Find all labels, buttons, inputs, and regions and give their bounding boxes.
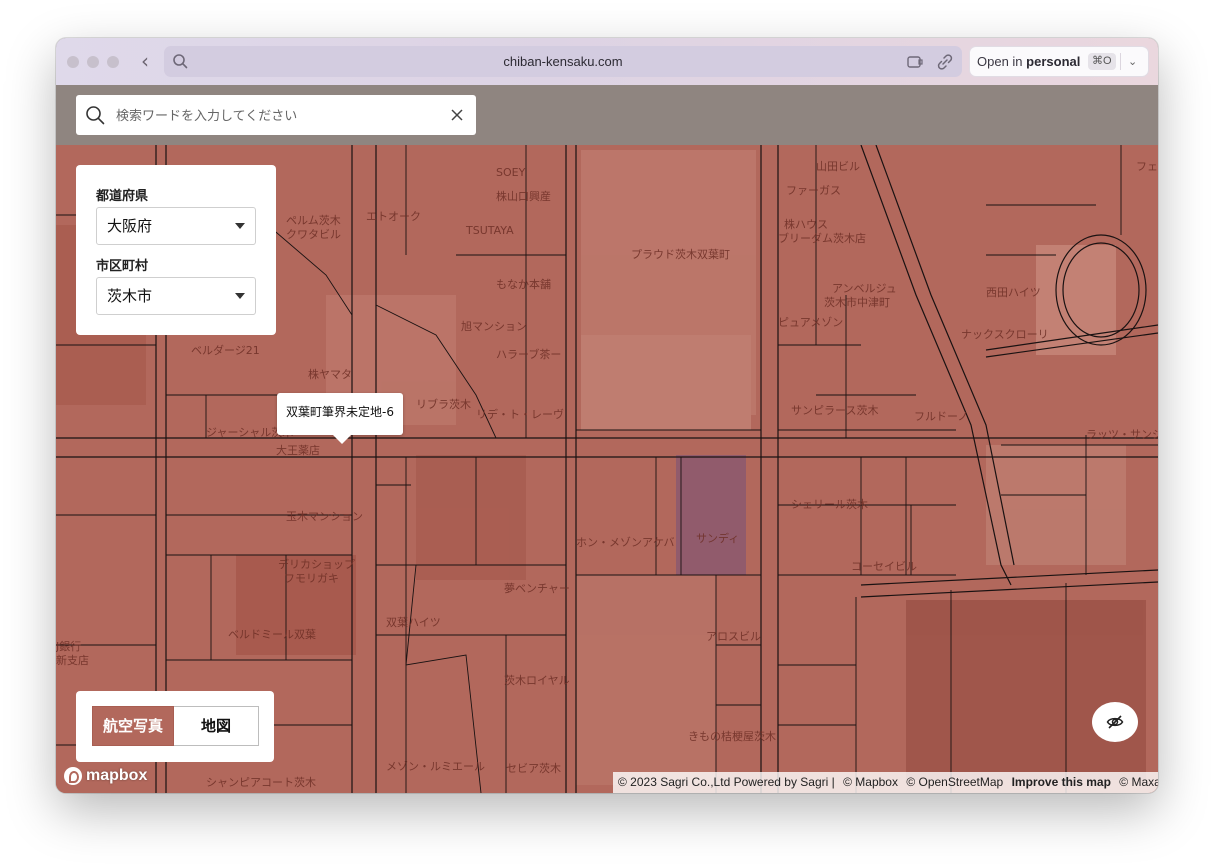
map-place-label: TSUTAYA [465, 224, 514, 237]
aerial-photo-toggle[interactable]: 航空写真 [92, 706, 174, 746]
prefecture-label: 都道府県 [96, 189, 149, 204]
map-place-label: フルドーノ [914, 410, 968, 423]
prefecture-value: 大阪府 [107, 217, 153, 235]
map-place-label: クワタビル [286, 228, 341, 241]
map-place-label: ベルダージ21 [191, 343, 260, 357]
map-attribution: © 2023 Sagri Co.,Ltd Powered by Sagri | … [613, 772, 1158, 793]
view-toggle-panel: 航空写真 地図 [76, 691, 274, 762]
prefecture-select[interactable]: 大阪府 [96, 207, 256, 245]
map-place-label: プラウド茨木双葉町 [631, 247, 730, 261]
map-place-label: 茨木ロイヤル [504, 673, 570, 687]
map-place-label: ブリーダム茨木店 [778, 231, 866, 245]
map-place-label: コーセイビル [851, 560, 917, 573]
map-place-label: ラッツ・サンジ [1086, 428, 1158, 441]
parcel-tooltip: 双葉町筆界未定地-6 [277, 393, 403, 435]
open-in-profile-button[interactable]: Open in personal ⌘O ⌄ [969, 46, 1149, 77]
map-place-label: ファーガス [786, 184, 841, 197]
city-value: 茨木市 [107, 287, 153, 305]
tooltip-pointer [333, 435, 351, 444]
map-place-label: きもの桔梗屋茨木 [688, 729, 776, 743]
close-window-button[interactable] [67, 56, 79, 68]
map-place-label: 株山口興産 [496, 189, 551, 203]
attribution-separator: | [831, 775, 835, 789]
map-place-label: ペルム茨木 [286, 213, 341, 227]
search-icon [86, 106, 105, 125]
map-place-label: ベルドミール双葉 [228, 627, 316, 641]
map-place-label: シャンピアコート茨木 [206, 775, 316, 789]
map-place-label: 大王薬店 [276, 443, 320, 457]
map-place-label: 旭マンション [461, 319, 527, 333]
minimize-window-button[interactable] [87, 56, 99, 68]
map-place-label: 株ヤマタ [308, 367, 352, 381]
caret-down-icon [235, 293, 245, 299]
city-select[interactable]: 茨木市 [96, 277, 256, 315]
divider [1120, 53, 1121, 70]
map-place-label: 西田ハイツ [986, 286, 1041, 299]
browser-window: ‹ chiban-kensaku.com Open in personal ⌘O… [56, 38, 1158, 793]
zoom-window-button[interactable] [107, 56, 119, 68]
open-in-prefix: Open in [977, 54, 1023, 69]
search-input[interactable] [114, 95, 438, 137]
map-place-label: ナックスクローリ [961, 328, 1049, 341]
sagri-attribution[interactable]: © 2023 Sagri Co.,Ltd Powered by Sagri [618, 775, 828, 789]
improve-map-link[interactable]: Improve this map [1012, 775, 1111, 789]
address-bar[interactable]: chiban-kensaku.com [164, 46, 962, 77]
map-canvas[interactable]: SOEY 株山口興産 TSUTAYA エトオーク ペルム茨木 クワタビルもなか本舗 プラウド… [56, 145, 1158, 793]
map-place-label: アンベルジュ [832, 282, 897, 295]
map-place-label: シェリール茨木 [791, 497, 868, 511]
eye-off-icon [1106, 715, 1124, 729]
mapbox-mark-icon [64, 767, 82, 785]
map-place-label: 玉木マンション [286, 510, 363, 523]
page-content: SOEY 株山口興産 TSUTAYA エトオーク ペルム茨木クワタビルもなか本舗 プラウド… [56, 85, 1158, 793]
extension-icon[interactable] [906, 53, 924, 71]
city-label: 市区町村 [96, 259, 149, 274]
map-place-label: セビア茨木 [506, 761, 561, 775]
map-place-label: アロスビル [706, 630, 761, 643]
map-place-label: エトオーク [366, 210, 421, 223]
map-place-label: リデ・ト・レーヴ [476, 407, 564, 421]
map-place-label: SOEY [496, 166, 526, 179]
browser-titlebar: ‹ chiban-kensaku.com Open in personal ⌘O… [56, 38, 1158, 86]
close-icon[interactable] [450, 108, 464, 122]
chevron-down-icon[interactable]: ⌄ [1128, 47, 1137, 76]
map-place-label: サンピラース茨木 [791, 403, 878, 417]
map-place-label: リブラ茨木 [416, 397, 471, 411]
map-view-toggle[interactable]: 地図 [174, 706, 259, 746]
osm-attribution-link[interactable]: © OpenStreetMap [906, 775, 1003, 789]
map-place-label: フェ [1136, 160, 1158, 173]
caret-down-icon [235, 223, 245, 229]
mapbox-attribution-link[interactable]: © Mapbox [843, 775, 898, 789]
url-text[interactable]: chiban-kensaku.com [164, 46, 962, 77]
search-bar-area [56, 85, 1158, 145]
map-place-label: 株ハウス [784, 217, 828, 231]
map-place-label: 山田ビル [816, 160, 860, 173]
mapbox-logo-text: mapbox [86, 767, 148, 784]
map-place-label: 夢ベンチャー [504, 582, 570, 595]
map-place-label: 茨木市中津町 [824, 295, 890, 309]
link-icon[interactable] [936, 53, 954, 71]
map-place-label: ホン・メゾンアケバ [576, 536, 675, 549]
map-place-label: 双葉ハイツ [386, 615, 441, 629]
search-box[interactable] [76, 95, 476, 137]
map-place-label: 新支店 [56, 653, 89, 667]
map-place-label: デリカショップ [278, 557, 355, 571]
map-place-label: もなか本舗 [496, 277, 551, 291]
back-icon[interactable]: ‹ [136, 50, 154, 74]
map-place-label: ピュアメゾン [778, 316, 843, 329]
map-place-label: J銀行 [56, 639, 81, 653]
open-in-profile-name: personal [1026, 54, 1081, 69]
maxar-attribution-link[interactable]: © Maxar [1119, 775, 1158, 789]
toggle-overlay-button[interactable] [1092, 702, 1138, 742]
map-place-label: フモリガキ [284, 572, 339, 585]
map-place-label: サンディ [696, 531, 739, 545]
region-filter-panel: 都道府県 大阪府 市区町村 茨木市 [76, 165, 276, 335]
map-place-label: ハラーブ茶ー [496, 347, 561, 361]
map-place-label: メゾン・ルミエール [386, 760, 485, 773]
keyboard-shortcut: ⌘O [1088, 53, 1116, 70]
open-in-label: Open in personal [977, 47, 1080, 76]
